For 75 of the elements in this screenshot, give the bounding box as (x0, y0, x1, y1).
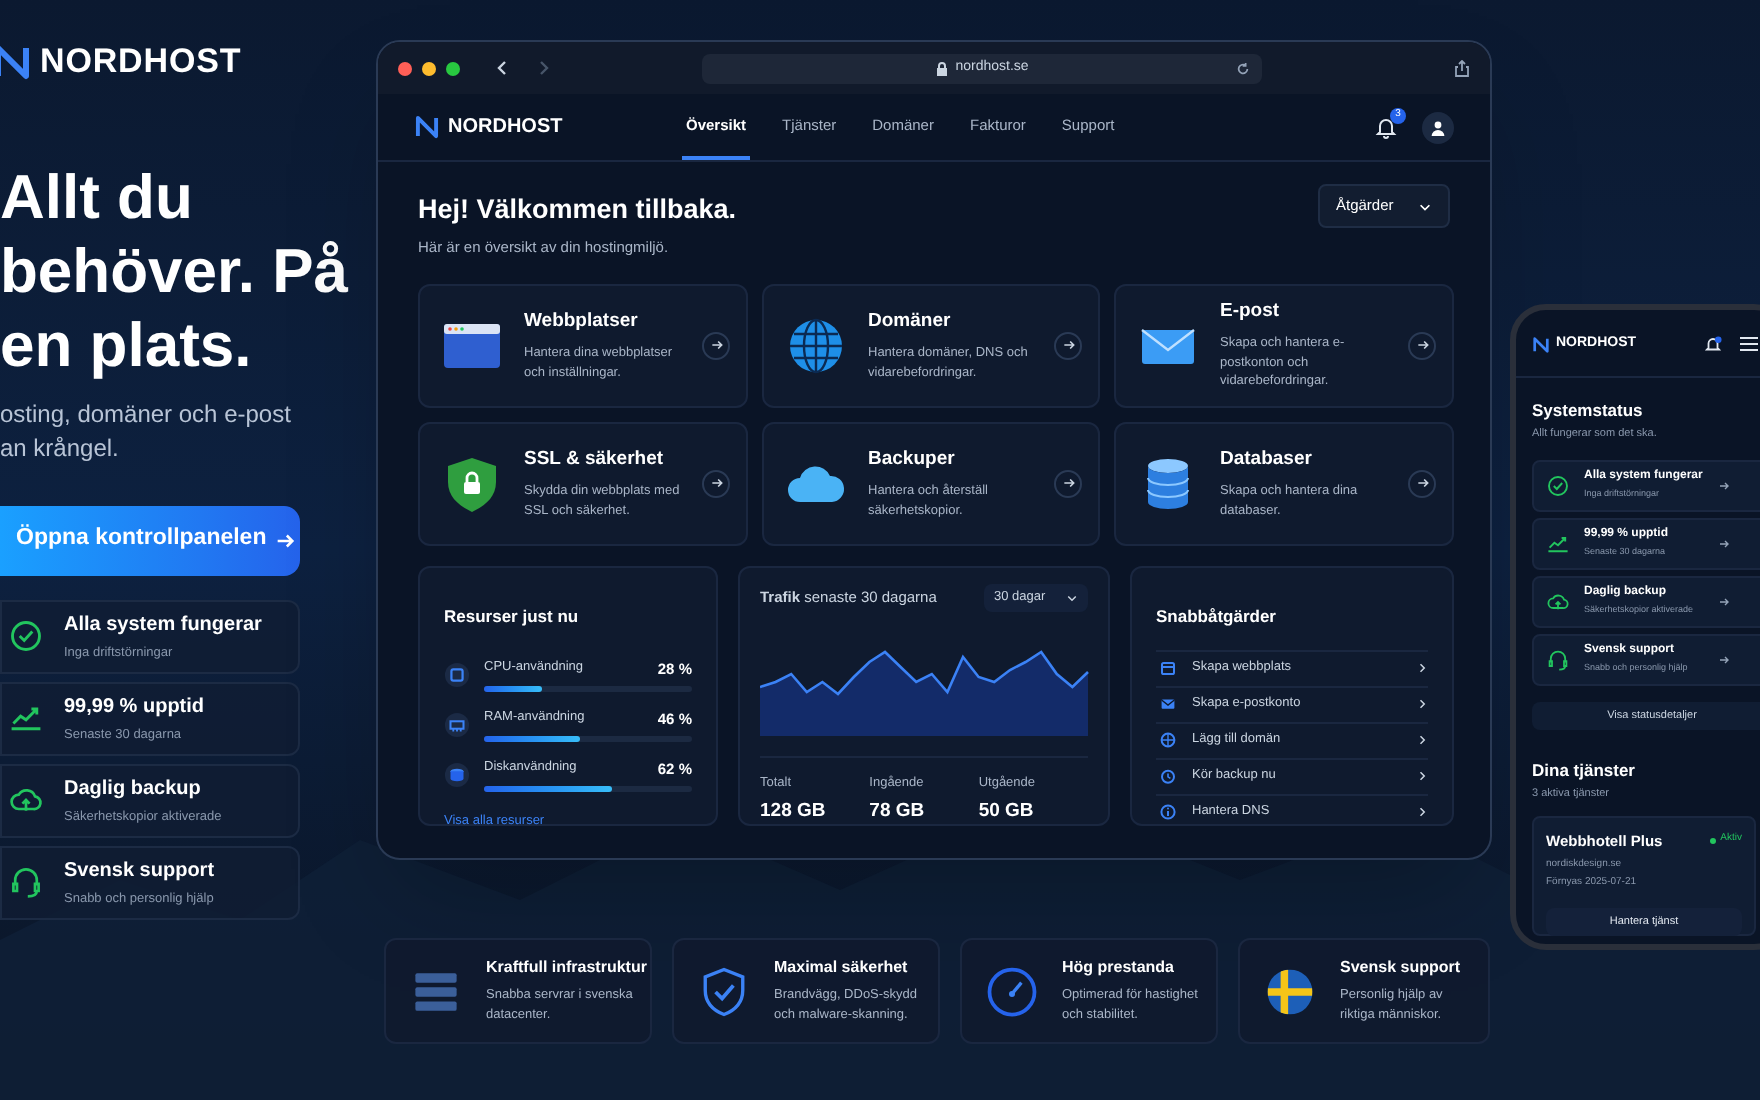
feature-title: Hög prestanda (1062, 956, 1177, 980)
arrow-right-icon (1718, 537, 1730, 549)
bell-icon[interactable] (1704, 335, 1723, 354)
chevron-down-icon (1418, 199, 1432, 213)
arrow-right-icon (1415, 476, 1429, 490)
trend-chart-icon (1546, 531, 1570, 555)
status-title: Svensk support (64, 857, 215, 886)
hero-heading-line: Allt du (0, 159, 195, 233)
chevron-right-icon (1416, 698, 1428, 710)
chevron-down-icon (1066, 591, 1078, 603)
phone-heading: Systemstatus (1532, 397, 1645, 423)
headset-icon (8, 864, 44, 900)
arrow-right-icon (709, 338, 723, 352)
arrow-right-icon (709, 476, 723, 490)
menu-icon[interactable] (1740, 336, 1759, 353)
user-icon (1430, 119, 1446, 135)
share-icon[interactable] (1454, 59, 1470, 77)
arrow-right-icon (1415, 338, 1429, 352)
chevron-right-icon (1416, 734, 1428, 746)
calendar-icon (1160, 660, 1176, 676)
panel-title: Resurser just nu (444, 605, 579, 625)
arrow-right-icon (274, 529, 297, 551)
total-value: 78 GB (869, 798, 927, 827)
logo-icon (414, 114, 440, 140)
clock-icon (1160, 768, 1176, 784)
arrow-right-icon (1718, 653, 1730, 665)
drive-icon (444, 762, 470, 789)
hero-heading-line: en plats. (0, 307, 254, 381)
arrow-right-icon (1061, 338, 1075, 352)
globe-icon (784, 313, 848, 377)
total-value: 128 GB (760, 798, 828, 827)
greeting-heading: Hej! Välkommen tillbaka. (418, 192, 737, 228)
service-title: Databaser (1220, 445, 1314, 474)
chevron-right-icon (1416, 662, 1428, 674)
check-circle-icon (8, 618, 44, 654)
status-title: 99,99 % upptid (64, 693, 205, 722)
feature-title: Kraftfull infrastruktur (486, 956, 647, 980)
feature-title: Maximal säkerhet (774, 956, 910, 980)
total-value: 50 GB (978, 798, 1036, 827)
arrow-right-icon (1718, 595, 1730, 607)
bell-icon (1374, 115, 1398, 139)
logo-icon (0, 41, 32, 82)
globe-icon (1160, 732, 1176, 748)
service-title: SSL & säkerhet (524, 445, 666, 474)
logo-icon (1532, 335, 1550, 354)
envelope-icon (1160, 696, 1176, 712)
brand-name: NORDHOST (40, 40, 242, 84)
hero-heading-line: behöver. På (0, 233, 351, 307)
service-title: Backuper (868, 445, 957, 474)
status-title: Alla system fungerar (64, 611, 262, 640)
service-title: Domäner (868, 307, 953, 336)
feature-title: Svensk support (1340, 956, 1463, 980)
arrow-right-icon (1061, 476, 1075, 490)
service-title: E-post (1220, 298, 1282, 327)
hero-subtitle-line: an krångel. (0, 431, 121, 465)
status-title: Daglig backup (64, 775, 203, 804)
cloud-upload-icon (1546, 589, 1570, 613)
panel-title: Snabbåtgärder (1156, 605, 1276, 625)
arrow-right-icon (1718, 479, 1730, 491)
service-title: Webbplatser (524, 307, 640, 336)
hero-subtitle-line: osting, domäner och e-post (0, 397, 293, 431)
brand-name: NORDHOST (448, 114, 563, 142)
section-heading: Dina tjänster (1532, 757, 1637, 783)
reload-icon[interactable] (1236, 61, 1250, 75)
chip-icon (444, 661, 470, 688)
check-circle-icon (1546, 473, 1570, 497)
chevron-right-icon (1416, 770, 1428, 782)
back-icon[interactable] (494, 60, 510, 76)
avatar-button[interactable] (1422, 111, 1454, 143)
chevron-right-icon (1416, 806, 1428, 818)
open-control-panel-button[interactable]: Öppna kontrollpanelen (0, 505, 300, 575)
memory-icon (444, 711, 470, 738)
info-icon (1160, 804, 1176, 820)
lock-icon (935, 61, 948, 75)
headset-icon (1546, 647, 1570, 671)
